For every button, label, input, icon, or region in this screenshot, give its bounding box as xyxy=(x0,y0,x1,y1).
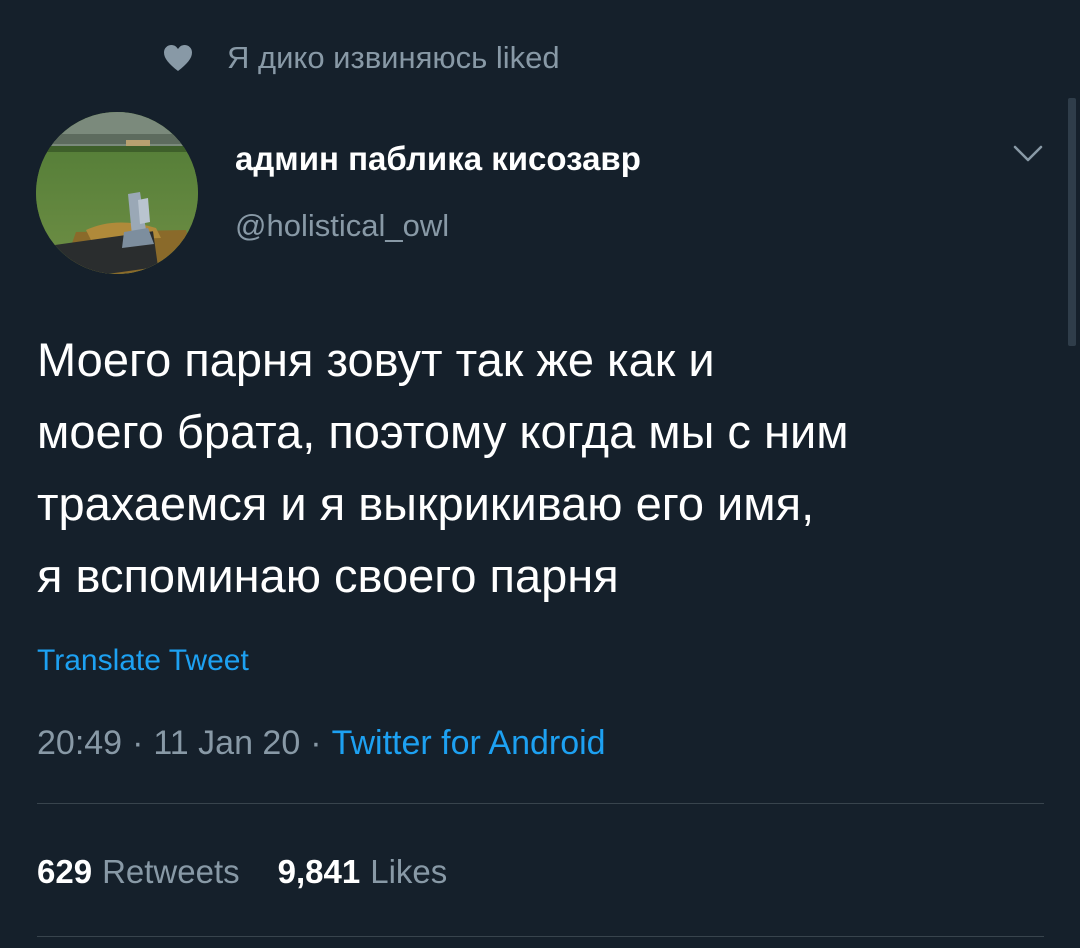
scrollbar[interactable] xyxy=(1068,98,1076,346)
tweet-text-line: трахаемся и я выкрикиваю его имя, xyxy=(37,477,815,530)
tweet-time: 20:49 xyxy=(37,724,123,762)
retweets-count[interactable]: 629 xyxy=(37,853,92,891)
divider xyxy=(37,936,1044,937)
divider xyxy=(37,803,1044,804)
tweet-text-line: Моего парня зовут так же как и xyxy=(37,333,715,386)
likes-count[interactable]: 9,841 xyxy=(278,853,361,891)
author-handle[interactable]: @holistical_owl xyxy=(235,208,449,244)
social-context-text: Я дико извиняюсь liked xyxy=(227,40,560,75)
tweet-client-link[interactable]: Twitter for Android xyxy=(332,724,606,763)
tweet-stats: 629 Retweets 9,841 Likes xyxy=(37,853,447,891)
translate-tweet-link[interactable]: Translate Tweet xyxy=(37,644,249,678)
heart-icon xyxy=(163,44,193,72)
meta-separator: · xyxy=(132,724,144,762)
tweet-text: Моего парня зовут так же как и моего бра… xyxy=(37,324,1057,612)
likes-label[interactable]: Likes xyxy=(370,853,447,891)
social-context[interactable]: Я дико извиняюсь liked xyxy=(163,38,560,78)
avatar[interactable] xyxy=(36,112,198,274)
retweets-label[interactable]: Retweets xyxy=(102,853,240,891)
tweet-text-line: я вспоминаю своего парня xyxy=(37,549,619,602)
tweet-meta: 20:49 · 11 Jan 20 · Twitter for Android xyxy=(37,724,606,763)
chevron-down-icon[interactable] xyxy=(1012,143,1044,165)
author-display-name[interactable]: админ паблика кисозавр xyxy=(235,140,641,178)
tweet-date: 11 Jan 20 xyxy=(153,724,301,762)
meta-separator: · xyxy=(310,724,322,762)
tweet-text-line: моего брата, поэтому когда мы с ним xyxy=(37,405,849,458)
